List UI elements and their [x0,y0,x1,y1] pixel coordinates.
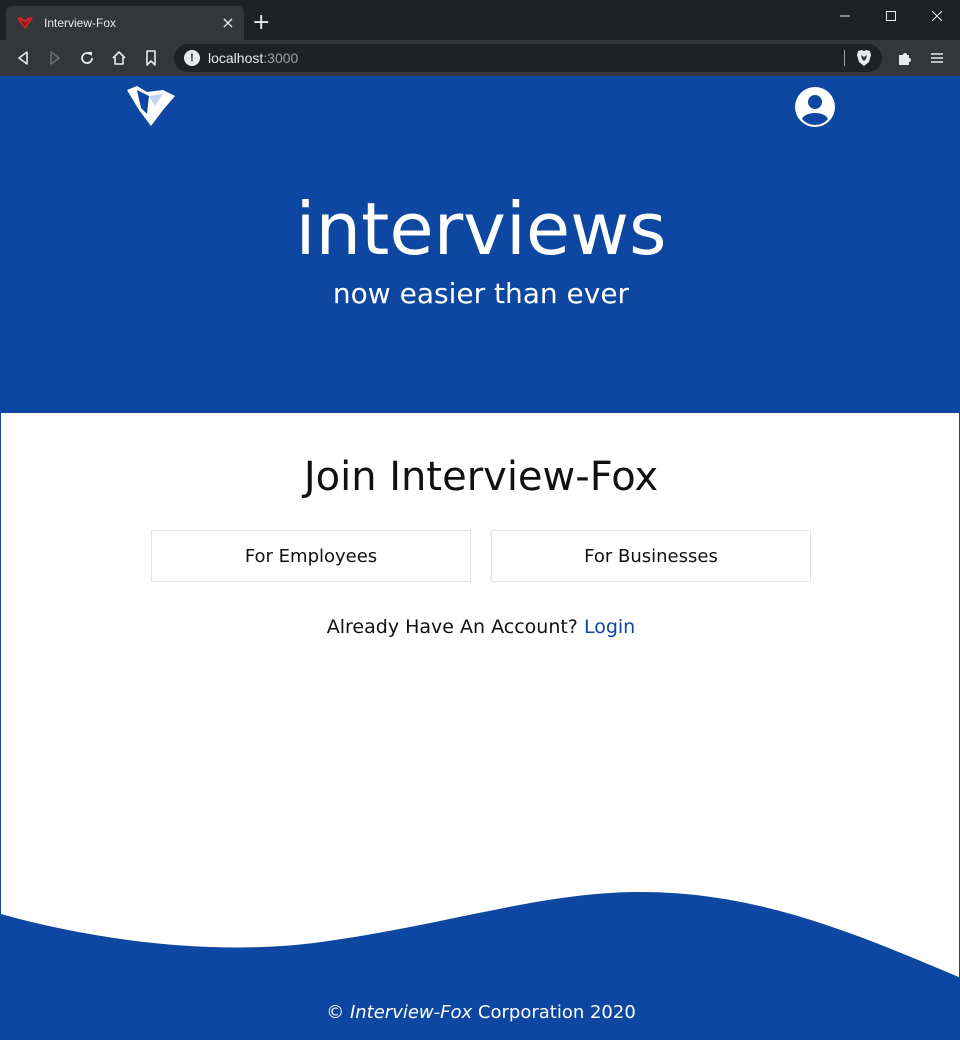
maximize-icon [886,11,896,21]
home-button[interactable] [108,47,130,69]
for-employees-button[interactable]: For Employees [151,530,471,582]
join-title: Join Interview-Fox [303,454,659,500]
forward-arrow-icon [50,51,60,65]
puzzle-icon [899,53,911,65]
browser-tab[interactable]: Interview-Fox × [6,6,244,40]
footer-brand: Interview-Fox [349,1002,473,1023]
tab-title: Interview-Fox [44,16,117,30]
address-bar[interactable]: ! localhost :3000 [174,44,882,72]
address-bar-divider [844,50,845,66]
reload-button[interactable] [76,47,98,69]
close-icon [932,11,942,21]
bookmark-button[interactable] [140,47,162,69]
forward-button[interactable] [44,47,66,69]
back-arrow-icon [18,51,28,65]
account-circle-icon[interactable] [794,86,836,128]
brave-shields-icon[interactable] [854,48,874,68]
url-host: localhost [208,50,264,66]
hero-section: interviews now easier than ever [1,76,959,413]
footer-corporation: Corporation 2020 [477,1002,636,1023]
login-prompt: Already Have An Account? Login [1,614,959,640]
hamburger-menu-icon [931,53,943,63]
browser-toolbar: ! localhost :3000 [0,40,960,76]
fox-logo-icon[interactable] [125,84,177,128]
login-prompt-text: Already Have An Account? [326,616,578,638]
reload-icon [81,52,93,64]
minimize-window-button[interactable] [822,0,868,32]
url-port: :3000 [263,50,299,66]
fox-icon [17,17,33,29]
for-businesses-button[interactable]: For Businesses [491,530,811,582]
footer-copyright: © Interview-Fox Corporation 2020 [1,1001,959,1025]
page: interviews now easier than ever Join Int… [0,76,960,1040]
bookmark-icon [146,50,156,66]
back-button[interactable] [12,47,34,69]
login-link[interactable]: Login [584,616,635,638]
maximize-window-button[interactable] [868,0,914,32]
tab-close-icon[interactable]: × [220,15,236,31]
hero-subtitle: now easier than ever [332,277,630,310]
hero-title: interviews [295,187,667,271]
site-info-icon[interactable]: ! [184,50,200,66]
new-tab-button[interactable]: + [252,12,270,34]
close-window-button[interactable] [914,0,960,32]
extensions-button[interactable] [894,47,916,69]
copyright-symbol: © [326,1002,345,1023]
minimize-icon [840,15,850,17]
menu-button[interactable] [926,47,948,69]
browser-titlebar: Interview-Fox × + [0,0,960,40]
home-icon [112,51,126,65]
